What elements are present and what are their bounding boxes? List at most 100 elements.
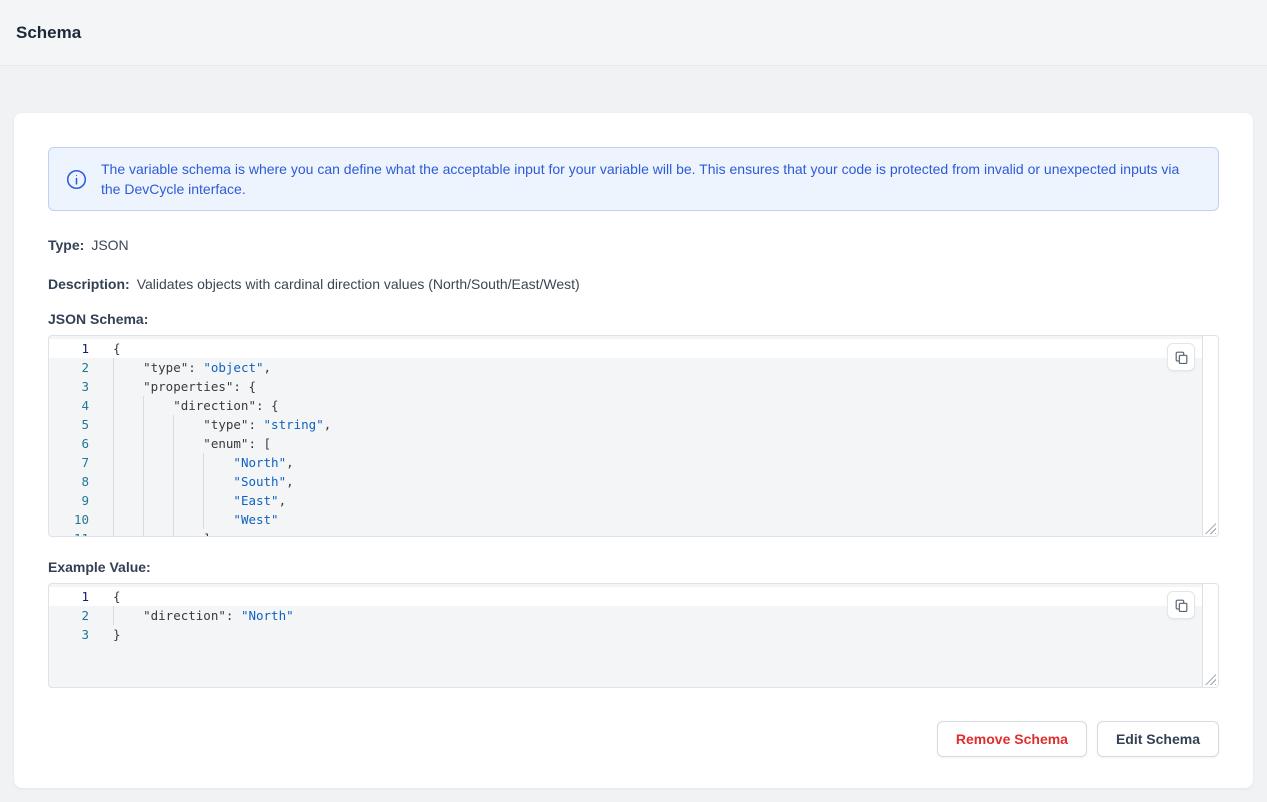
code-token: "string" <box>264 417 324 432</box>
schema-card: The variable schema is where you can def… <box>14 113 1253 788</box>
example-value-label: Example Value: <box>48 559 1219 575</box>
indent-guide <box>203 510 204 529</box>
line-number: 3 <box>49 625 89 644</box>
json-schema-label: JSON Schema: <box>48 311 1219 327</box>
copy-icon <box>1174 598 1189 613</box>
indent-guide <box>113 358 114 377</box>
indent-guide <box>113 510 114 529</box>
line-number: 2 <box>49 606 89 625</box>
code-token: ] <box>113 531 211 537</box>
line-number: 1 <box>49 339 89 358</box>
indent-guide <box>113 472 114 491</box>
indent-guide <box>173 510 174 529</box>
code-line: 3} <box>49 625 1218 644</box>
json-schema-code: 1{2 "type": "object",3 "properties": {4 … <box>49 336 1218 537</box>
code-line: 8 "South", <box>49 472 1218 491</box>
indent-guide <box>113 606 114 625</box>
code-token: "East" <box>233 493 278 508</box>
json-schema-editor[interactable]: 1{2 "type": "object",3 "properties": {4 … <box>48 335 1219 537</box>
code-line: 1{ <box>49 339 1218 358</box>
code-line: 1{ <box>49 587 1218 606</box>
code-token: "type": <box>113 360 203 375</box>
line-number: 6 <box>49 434 89 453</box>
code-token: "West" <box>233 512 278 527</box>
code-line: 7 "North", <box>49 453 1218 472</box>
line-number: 11 <box>49 529 89 537</box>
example-value-code: 1{2 "direction": "North"3} <box>49 584 1218 644</box>
remove-schema-button[interactable]: Remove Schema <box>937 721 1087 757</box>
code-line: 10 "West" <box>49 510 1218 529</box>
code-token: , <box>286 455 294 470</box>
code-line: 2 "direction": "North" <box>49 606 1218 625</box>
type-label: Type: <box>48 237 84 253</box>
type-row: Type: JSON <box>48 235 1219 255</box>
code-token: { <box>113 589 121 604</box>
indent-guide <box>143 453 144 472</box>
indent-guide <box>143 491 144 510</box>
description-row: Description: Validates objects with cardi… <box>48 274 1219 294</box>
code-token: , <box>286 474 294 489</box>
indent-guide <box>143 396 144 415</box>
info-alert: The variable schema is where you can def… <box>48 147 1219 211</box>
scrollbar-track[interactable] <box>1202 336 1218 536</box>
scrollbar-track[interactable] <box>1202 584 1218 687</box>
code-token: "South" <box>233 474 286 489</box>
indent-guide <box>173 491 174 510</box>
code-token: "North" <box>233 455 286 470</box>
indent-guide <box>113 453 114 472</box>
example-value-editor[interactable]: 1{2 "direction": "North"3} <box>48 583 1219 688</box>
indent-guide <box>143 510 144 529</box>
indent-guide <box>113 491 114 510</box>
info-alert-text: The variable schema is where you can def… <box>101 159 1201 199</box>
code-token: "enum": [ <box>113 436 271 451</box>
copy-icon <box>1174 350 1189 365</box>
line-number: 3 <box>49 377 89 396</box>
indent-guide <box>113 529 114 537</box>
edit-schema-button[interactable]: Edit Schema <box>1097 721 1219 757</box>
indent-guide <box>203 453 204 472</box>
code-token: "direction": <box>113 608 241 623</box>
description-value: Validates objects with cardinal directio… <box>137 276 580 292</box>
code-line: 4 "direction": { <box>49 396 1218 415</box>
code-line: 5 "type": "string", <box>49 415 1218 434</box>
indent-guide <box>113 396 114 415</box>
indent-guide <box>113 377 114 396</box>
code-line: 3 "properties": { <box>49 377 1218 396</box>
line-number: 7 <box>49 453 89 472</box>
line-number: 9 <box>49 491 89 510</box>
line-number: 1 <box>49 587 89 606</box>
description-label: Description: <box>48 276 130 292</box>
action-buttons: Remove Schema Edit Schema <box>48 721 1219 757</box>
code-token: "direction": { <box>113 398 279 413</box>
code-line: 6 "enum": [ <box>49 434 1218 453</box>
code-line: 9 "East", <box>49 491 1218 510</box>
info-circle-icon <box>65 168 87 190</box>
indent-guide <box>173 415 174 434</box>
indent-guide <box>173 453 174 472</box>
code-token: { <box>113 341 121 356</box>
line-number: 5 <box>49 415 89 434</box>
indent-guide <box>143 415 144 434</box>
line-number: 10 <box>49 510 89 529</box>
indent-guide <box>203 472 204 491</box>
code-token: } <box>113 627 121 642</box>
line-number: 4 <box>49 396 89 415</box>
code-token: "object" <box>203 360 263 375</box>
code-token: "properties": { <box>113 379 256 394</box>
indent-guide <box>203 491 204 510</box>
line-number: 8 <box>49 472 89 491</box>
code-token: , <box>279 493 287 508</box>
code-token: , <box>324 417 332 432</box>
indent-guide <box>143 529 144 537</box>
page-title: Schema <box>16 23 81 43</box>
indent-guide <box>143 472 144 491</box>
indent-guide <box>173 529 174 537</box>
type-value: JSON <box>91 237 128 253</box>
copy-schema-button[interactable] <box>1167 343 1195 371</box>
code-token: "type": <box>113 417 264 432</box>
indent-guide <box>113 434 114 453</box>
indent-guide <box>143 434 144 453</box>
copy-example-button[interactable] <box>1167 591 1195 619</box>
code-token: , <box>264 360 272 375</box>
code-line: 2 "type": "object", <box>49 358 1218 377</box>
